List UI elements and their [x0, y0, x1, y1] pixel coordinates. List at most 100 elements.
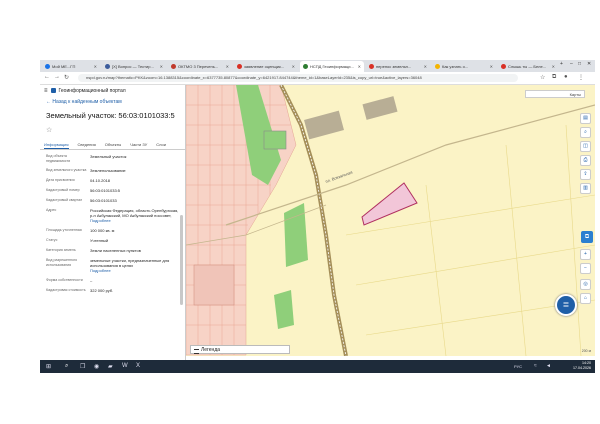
close-tab-icon[interactable]: ✕: [226, 64, 229, 69]
share-icon[interactable]: ⇪: [580, 169, 591, 180]
property-row: Площадь уточненная 100 000 кв. м: [46, 228, 181, 233]
property-row: Кадастровый квартал 56:03:0101033: [46, 198, 181, 203]
locate-icon[interactable]: ◎: [580, 279, 591, 290]
wifi-icon[interactable]: ≈: [534, 363, 537, 369]
tab-6[interactable]: перенос земельн... ✕: [366, 61, 430, 72]
favorite-star-icon[interactable]: ☆: [40, 126, 185, 134]
property-key: Вид объекта недвижимости: [46, 154, 71, 163]
word-icon[interactable]: W: [122, 363, 128, 369]
tab-favicon-icon: [105, 64, 110, 69]
tab-favicon-icon: [501, 64, 506, 69]
close-tab-icon[interactable]: ✕: [94, 64, 97, 69]
tab-label: НСПД Геоинформаци...: [310, 64, 354, 69]
extensions-icon[interactable]: ⧉: [552, 74, 556, 81]
close-tab-icon[interactable]: ✕: [552, 64, 555, 69]
tab-favicon-icon: [171, 64, 176, 69]
measure-icon[interactable]: ◫: [580, 141, 591, 152]
property-value: Земельный участок: [90, 154, 127, 159]
tab-label: ОКТМО 3 Перечень...: [178, 64, 219, 69]
windows-start-icon[interactable]: ⊞: [46, 363, 51, 370]
minimize-button[interactable]: –: [570, 61, 573, 67]
portal-title: Геоинформационный портал: [58, 87, 126, 94]
assistant-fab-icon[interactable]: ≣: [555, 294, 577, 316]
zoom-in-icon[interactable]: +: [580, 249, 591, 260]
excel-icon[interactable]: X: [136, 363, 140, 369]
tab-1[interactable]: Мой МЕ...ГП ✕: [42, 61, 100, 72]
language-indicator[interactable]: РУС: [514, 364, 522, 369]
back-arrow-icon[interactable]: ←: [44, 74, 50, 80]
volume-icon[interactable]: ◄: [546, 363, 551, 369]
tab-parts[interactable]: Части ЗУ: [130, 140, 147, 149]
forward-arrow-icon[interactable]: →: [54, 74, 60, 80]
layers-icon[interactable]: ▤: [580, 113, 591, 124]
tab-bar: Мой МЕ...ГП ✕ [X] Вопрос — Тестир... ✕ О…: [40, 60, 595, 72]
property-value: Российская Федерация, область Оренбургск…: [90, 208, 181, 223]
close-tab-icon[interactable]: ✕: [292, 64, 295, 69]
property-row: Вид земельного участка Землепользование: [46, 168, 181, 173]
stadium: [263, 130, 287, 150]
panel-scrollbar[interactable]: [180, 215, 183, 305]
search-icon[interactable]: ⌕: [580, 127, 591, 138]
ruler-icon[interactable]: ▥: [580, 183, 591, 194]
scale-label: 200 м: [581, 349, 591, 353]
address-bar: ← → ↻ nspd.gov.ru/map?thematic=PKK&zoom=…: [40, 72, 595, 85]
url-field[interactable]: nspd.gov.ru/map?thematic=PKK&zoom=16.138…: [78, 74, 518, 82]
back-to-results-link[interactable]: ← Назад к найденным объектам: [40, 99, 185, 105]
taskbar-clock[interactable]: 14:20 17.04.2026: [573, 361, 591, 371]
property-value: 56:03:0101033:5: [90, 188, 121, 194]
tab-objects[interactable]: Объекты: [105, 140, 122, 149]
map-view[interactable]: пл. Вокзальная Карты ▤ ⌕ ◫ ⎙ ⇪ ▥ ⧉ + − ◎…: [186, 85, 595, 356]
hamburger-menu-icon[interactable]: ≡: [44, 88, 48, 94]
reload-icon[interactable]: ↻: [64, 74, 69, 81]
tab-layers[interactable]: Слои: [156, 140, 166, 149]
tab-label: [X] Вопрос — Тестир...: [112, 64, 154, 69]
property-value: 100 000 кв. м: [90, 228, 115, 234]
zoom-out-icon[interactable]: −: [580, 263, 591, 274]
bookmark-star-icon[interactable]: ☆: [540, 74, 545, 81]
tab-label: Слышь ты — Беле...: [508, 64, 547, 69]
back-arrow-icon: ←: [46, 99, 51, 105]
maximize-button[interactable]: □: [578, 61, 581, 67]
property-value: Земли населенных пунктов: [90, 248, 141, 254]
close-tab-icon[interactable]: ✕: [160, 64, 163, 69]
tab-5-active[interactable]: НСПД Геоинформаци... ✕: [300, 61, 364, 72]
task-view-icon[interactable]: ❐: [80, 363, 85, 370]
portal-logo-icon: [50, 88, 56, 93]
property-key: Адрес: [46, 208, 57, 213]
property-value: Учтенный: [90, 238, 109, 244]
new-tab-button[interactable]: +: [560, 61, 563, 67]
tab-details[interactable]: Сведения: [78, 140, 96, 149]
property-key: Площадь уточненная: [46, 228, 82, 233]
close-tab-icon[interactable]: ✕: [490, 64, 493, 69]
home-icon[interactable]: ⌂: [580, 293, 591, 304]
chrome-icon[interactable]: ◉: [94, 363, 99, 370]
tab-information[interactable]: Информация: [44, 140, 69, 149]
menu-dots-icon[interactable]: ⋮: [578, 74, 584, 81]
taskbar-search-icon[interactable]: ⌕: [65, 363, 68, 370]
details-link[interactable]: Подробнее: [90, 268, 181, 273]
map-canvas[interactable]: пл. Вокзальная: [186, 85, 595, 356]
tab-7[interactable]: Как узнать о... ✕: [432, 61, 496, 72]
close-tab-icon[interactable]: ✕: [358, 64, 361, 69]
parcel-title: Земельный участок: 56:03:0101033:5: [46, 111, 175, 120]
property-row: Статус Учтенный: [46, 238, 181, 243]
park-area: [274, 290, 294, 329]
close-tab-icon[interactable]: ✕: [424, 64, 427, 69]
property-row: Адрес Российская Федерация, область Орен…: [46, 208, 181, 223]
tab-favicon-icon: [369, 64, 374, 69]
legend-button[interactable]: Легенда: [190, 345, 290, 354]
panel-toggle-icon[interactable]: ⧉: [581, 231, 593, 243]
tab-8[interactable]: Слышь ты — Беле... ✕: [498, 61, 558, 72]
map-layers-button[interactable]: Карты: [525, 90, 585, 98]
property-value: 04.10.2018: [90, 178, 111, 184]
details-link[interactable]: Подробнее: [90, 218, 181, 223]
tab-2[interactable]: [X] Вопрос — Тестир... ✕: [102, 61, 166, 72]
profile-icon[interactable]: ●: [564, 74, 568, 80]
close-window-button[interactable]: ✕: [587, 61, 591, 67]
tab-3[interactable]: ОКТМО 3 Перечень... ✕: [168, 61, 232, 72]
tab-4[interactable]: заявление оценщик... ✕: [234, 61, 298, 72]
property-key: Форма собственности: [46, 278, 83, 283]
folder-icon[interactable]: ▰: [108, 363, 113, 370]
building-block: [304, 110, 344, 140]
print-icon[interactable]: ⎙: [580, 155, 591, 166]
